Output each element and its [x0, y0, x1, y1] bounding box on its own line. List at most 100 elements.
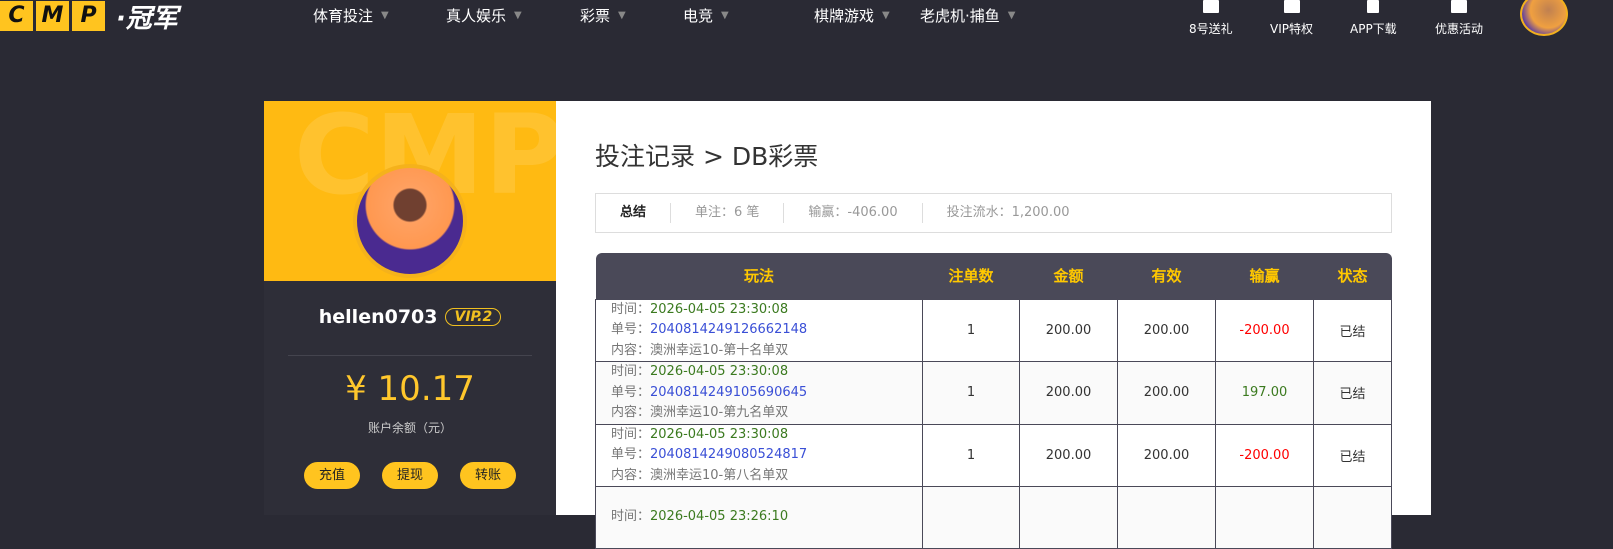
bet-amount: 200.00 — [1019, 361, 1118, 425]
chevron-down-icon: ▼ — [618, 10, 626, 21]
logo-letter: C — [0, 1, 33, 31]
profile-card: CMP hellen0703 VIP.2 ¥ 10.17 账户余额（元） 充值 提… — [264, 101, 556, 515]
bet-amount: 200.00 — [1019, 423, 1118, 487]
status: 已结 — [1313, 361, 1392, 425]
col-count: 注单数 — [922, 253, 1020, 299]
transfer-button[interactable]: 转账 — [460, 462, 516, 489]
summary-bar: 总结 单注：6 笔 输赢：-406.00 投注流水：1,200.00 — [595, 193, 1392, 233]
nav-label: 棋牌游戏 — [814, 7, 875, 25]
content-label: 内容： — [611, 405, 651, 420]
quick-label: APP下载 — [1350, 22, 1397, 36]
bet-time: 2026-04-05 23:26:10 — [650, 509, 789, 525]
quick-promotions[interactable]: 优惠活动 — [1435, 0, 1483, 37]
winloss — [1215, 486, 1314, 549]
play-cell: 时间：2026-04-05 23:30:08 单号：204081424908052… — [595, 423, 923, 487]
winloss: -200.00 — [1215, 298, 1314, 362]
order-number[interactable]: 2040814249126662148 — [650, 322, 807, 337]
table-row: 时间：2026-04-05 23:30:08 单号：204081424908052… — [595, 423, 1392, 487]
content-label: 内容： — [611, 342, 651, 358]
nav-label: 真人娱乐 — [446, 7, 507, 25]
order-label: 单号： — [611, 384, 651, 400]
username: hellen0703 VIP.2 — [264, 306, 556, 328]
nav-slots-fishing[interactable]: 老虎机·捕鱼 ▼ — [920, 5, 1015, 26]
bet-table: 玩法 注单数 金额 有效 输赢 状态 时间：2026-04-05 23:30:0… — [595, 253, 1392, 549]
bet-count — [922, 486, 1020, 549]
page-title: 投注记录 > DB彩票 — [595, 142, 819, 171]
time-label: 时间： — [611, 426, 651, 442]
top-header: C M P ·冠军 体育投注 ▼ 真人娱乐 ▼ 彩票 ▼ 电竞 ▼ 棋牌游戏 ▼ 老虎机·… — [0, 0, 1613, 40]
status: 已结 — [1313, 423, 1392, 487]
avatar — [353, 164, 467, 278]
logo[interactable]: C M P ·冠军 — [0, 0, 178, 34]
summary-turnover: 投注流水：1,200.00 — [921, 203, 1094, 223]
bet-content: 澳洲幸运10-第十名单双 — [650, 342, 789, 358]
order-number[interactable]: 2040814249080524817 — [650, 447, 807, 462]
vip-badge: VIP.2 — [445, 308, 502, 326]
deposit-button[interactable]: 充值 — [304, 462, 360, 489]
winloss: 197.00 — [1215, 361, 1314, 425]
col-winloss: 输赢 — [1215, 253, 1314, 299]
col-valid: 有效 — [1117, 253, 1216, 299]
quick-label: 8号送礼 — [1189, 22, 1233, 36]
bet-count: 1 — [922, 298, 1020, 362]
bet-time: 2026-04-05 23:30:08 — [650, 364, 789, 379]
time-label: 时间： — [611, 301, 651, 317]
profile-banner: CMP — [264, 101, 556, 281]
summary-winloss: 输赢：-406.00 — [783, 203, 921, 223]
table-row: 时间：2026-04-05 23:30:08 单号：204081424912666… — [595, 298, 1392, 362]
chevron-down-icon: ▼ — [381, 10, 389, 21]
quick-label: VIP特权 — [1270, 22, 1313, 36]
gift-ticket-icon — [1202, 0, 1219, 13]
chevron-down-icon: ▼ — [721, 10, 729, 21]
order-label: 单号： — [611, 322, 651, 337]
valid-amount: 200.00 — [1117, 423, 1216, 487]
play-cell: 时间：2026-04-05 23:30:08 单号：204081424910569… — [595, 361, 923, 425]
chevron-down-icon: ▼ — [882, 10, 890, 21]
play-cell: 时间：2026-04-05 23:26:10 — [595, 486, 923, 549]
nav-esports[interactable]: 电竞 ▼ — [683, 5, 814, 26]
nav-card-games[interactable]: 棋牌游戏 ▼ — [814, 5, 920, 26]
summary-count: 单注：6 笔 — [670, 203, 783, 223]
bet-count: 1 — [922, 361, 1020, 425]
bet-content: 澳洲幸运10-第八名单双 — [650, 467, 789, 483]
content-label: 内容： — [611, 467, 651, 483]
col-status: 状态 — [1313, 253, 1392, 299]
nav-sports[interactable]: 体育投注 ▼ — [313, 5, 446, 26]
logo-letter: P — [72, 1, 105, 31]
user-avatar[interactable] — [1520, 0, 1568, 36]
chevron-down-icon: ▼ — [514, 10, 522, 21]
quick-vip[interactable]: VIP特权 — [1270, 0, 1313, 37]
nav-live-casino[interactable]: 真人娱乐 ▼ — [446, 5, 580, 26]
nav-label: 体育投注 — [313, 7, 374, 25]
table-row: 时间：2026-04-05 23:26:10 — [595, 486, 1392, 549]
winloss: -200.00 — [1215, 423, 1314, 487]
balance-amount: ¥ 10.17 — [345, 369, 475, 409]
nav-lottery[interactable]: 彩票 ▼ — [580, 5, 683, 26]
quick-gift[interactable]: 8号送礼 — [1189, 0, 1233, 37]
summary-label: 总结 — [620, 205, 647, 220]
bet-time: 2026-04-05 23:30:08 — [650, 426, 789, 442]
bet-time: 2026-04-05 23:30:08 — [650, 301, 789, 317]
logo-text: ·冠军 — [116, 3, 178, 34]
time-label: 时间： — [611, 364, 651, 379]
status: 已结 — [1313, 298, 1392, 362]
withdraw-button[interactable]: 提现 — [382, 462, 438, 489]
table-row: 时间：2026-04-05 23:30:08 单号：204081424910569… — [595, 361, 1392, 425]
order-number[interactable]: 2040814249105690645 — [650, 385, 807, 400]
col-amount: 金额 — [1019, 253, 1118, 299]
username-text: hellen0703 — [318, 306, 438, 328]
logo-letter: M — [36, 1, 69, 31]
play-cell: 时间：2026-04-05 23:30:08 单号：204081424912666… — [595, 298, 923, 362]
phone-icon — [1367, 0, 1380, 13]
chevron-down-icon: ▼ — [1007, 10, 1016, 21]
valid-amount — [1117, 486, 1216, 549]
quick-app[interactable]: APP下载 — [1350, 0, 1397, 37]
bet-amount: 200.00 — [1019, 298, 1118, 362]
balance-label: 账户余额（元） — [367, 421, 452, 435]
bet-amount — [1019, 486, 1118, 549]
main-nav: 体育投注 ▼ 真人娱乐 ▼ 彩票 ▼ 电竞 ▼ 棋牌游戏 ▼ 老虎机·捕鱼 ▼ — [313, 5, 1015, 26]
crown-icon — [1283, 0, 1300, 13]
order-label: 单号： — [611, 447, 651, 462]
nav-label: 电竞 — [683, 7, 714, 25]
nav-label: 老虎机·捕鱼 — [920, 7, 1000, 25]
